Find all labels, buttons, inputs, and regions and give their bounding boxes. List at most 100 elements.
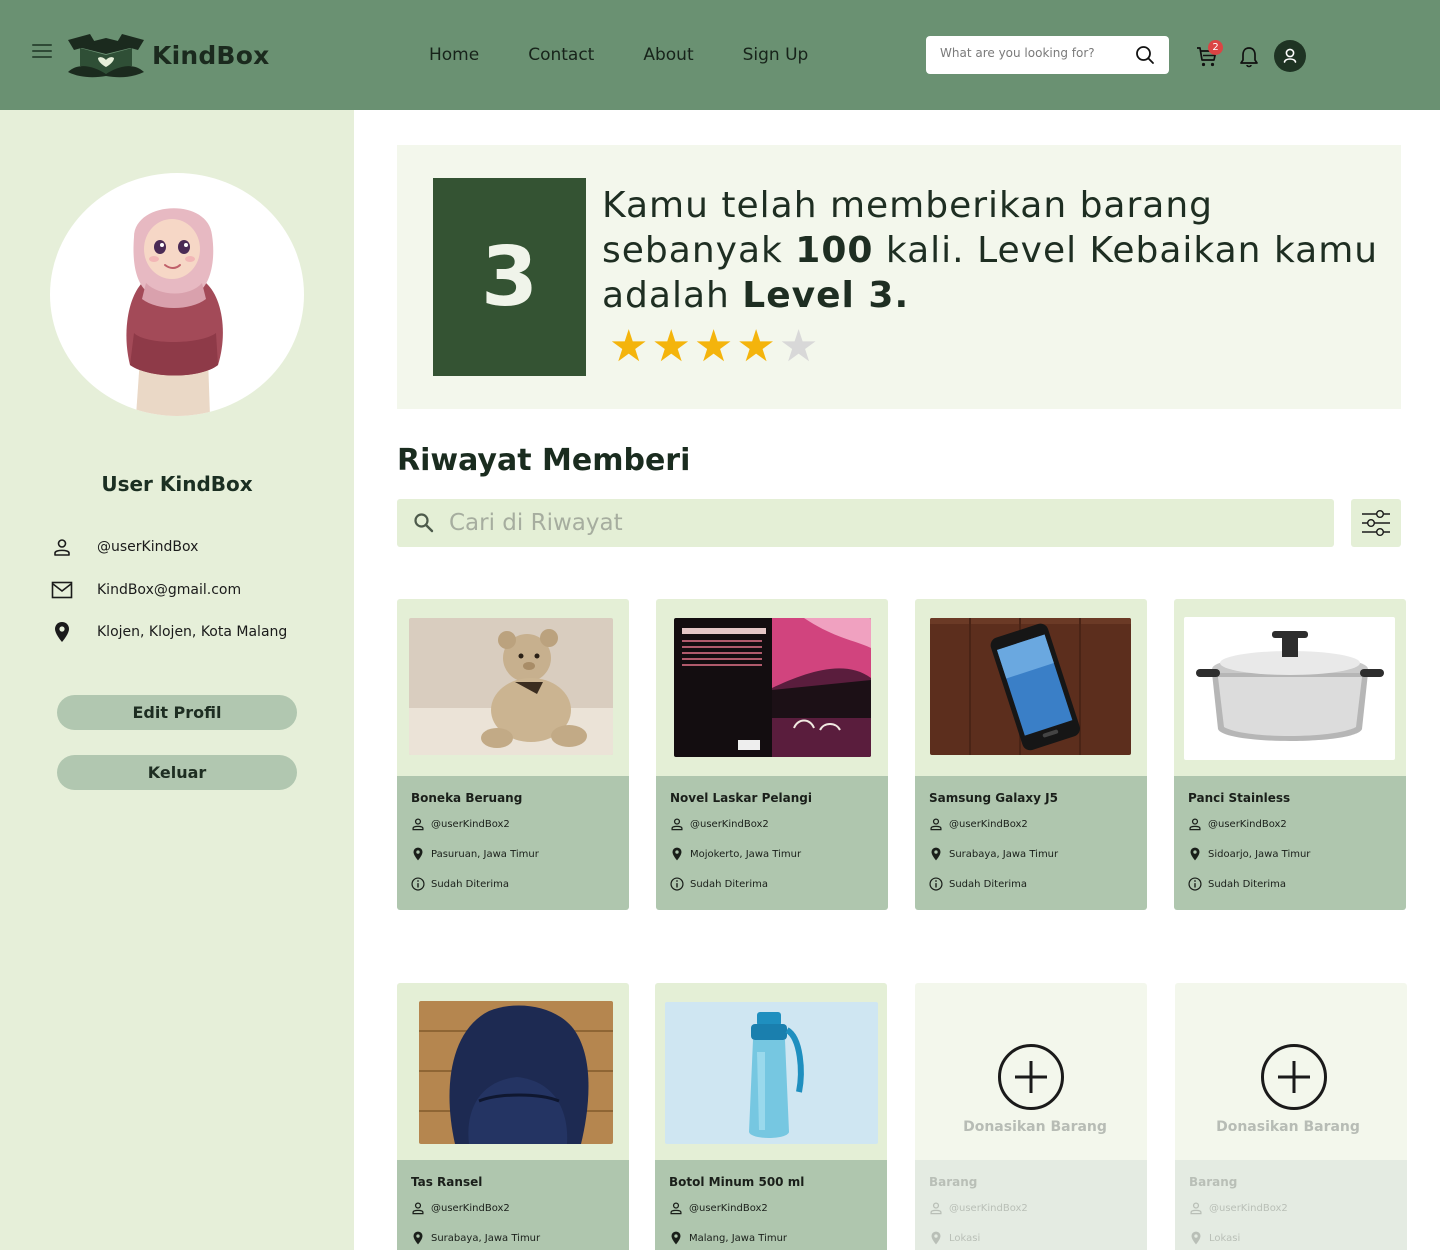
location-pin-icon <box>671 1231 681 1245</box>
card-title: Tas Ransel <box>411 1175 483 1189</box>
card-status: Sudah Diterima <box>1188 876 1392 892</box>
card-location-text: Surabaya, Jawa Timur <box>431 1232 541 1244</box>
card-image-area <box>397 983 629 1160</box>
brand-logo[interactable]: KindBox <box>66 32 269 78</box>
card-location: Lokasi <box>929 1230 1133 1246</box>
info-icon <box>411 877 425 891</box>
card-image-area <box>1174 599 1406 776</box>
cart-button[interactable]: 2 <box>1196 40 1223 72</box>
account-button[interactable] <box>1274 40 1306 72</box>
history-card[interactable]: Novel Laskar Pelangi @userKindBox2 Mojok… <box>656 599 888 910</box>
info-icon <box>670 877 684 891</box>
card-title: Botol Minum 500 ml <box>669 1175 805 1189</box>
card-location-text: Mojokerto, Jawa Timur <box>690 848 802 860</box>
mail-icon <box>50 578 74 602</box>
card-username: @userKindBox2 <box>689 1202 768 1214</box>
level-banner: 3 Kamu telah memberikan barang sebanyak … <box>397 145 1401 409</box>
nav-sign-up[interactable]: Sign Up <box>743 45 809 65</box>
user-icon <box>1283 48 1297 63</box>
card-username: @userKindBox2 <box>690 818 769 830</box>
donate-label: Donasikan Barang <box>1216 1119 1360 1135</box>
card-location-text: Surabaya, Jawa Timur <box>949 848 1059 860</box>
profile-location: Klojen, Klojen, Kota Malang <box>97 624 288 640</box>
card-image-area: Donasikan Barang <box>1175 983 1407 1160</box>
donate-item-card[interactable]: Donasikan Barang Barang @userKindBox2 Lo… <box>915 983 1147 1250</box>
card-info: Barang @userKindBox2 Lokasi <box>915 1160 1147 1250</box>
profile-email: KindBox@gmail.com <box>97 582 242 598</box>
nav-contact[interactable]: Contact <box>528 45 594 65</box>
donate-item-card[interactable]: Donasikan Barang Barang @userKindBox2 Lo… <box>1175 983 1407 1250</box>
card-location-text: Sidoarjo, Jawa Timur <box>1208 848 1311 860</box>
user-outline-icon <box>671 818 683 831</box>
card-image-area <box>915 599 1147 776</box>
card-username: @userKindBox2 <box>1208 818 1287 830</box>
profile-name: User KindBox <box>101 472 253 496</box>
level-message: Kamu telah memberikan barang sebanyak 10… <box>602 183 1382 318</box>
card-username: @userKindBox2 <box>1209 1202 1288 1214</box>
star-filled-icon: ★ <box>651 321 691 372</box>
history-card[interactable]: Tas Ransel @userKindBox2 Surabaya, Jawa … <box>397 983 629 1250</box>
card-image-area <box>655 983 887 1160</box>
user-outline-icon <box>670 1202 682 1215</box>
logout-button[interactable]: Keluar <box>57 755 297 790</box>
header-search-input[interactable] <box>940 46 1130 60</box>
menu-icon[interactable] <box>32 44 52 60</box>
smartphone-image <box>930 618 1131 755</box>
user-outline-icon <box>930 1202 942 1215</box>
filter-button[interactable] <box>1351 499 1401 547</box>
card-username: @userKindBox2 <box>949 1202 1028 1214</box>
info-icon <box>929 877 943 891</box>
username-row: @userKindBox <box>50 535 198 559</box>
nav-about[interactable]: About <box>643 45 693 65</box>
card-user: @userKindBox2 <box>411 1200 615 1216</box>
history-card[interactable]: Boneka Beruang @userKindBox2 Pasuruan, J… <box>397 599 629 910</box>
card-location: Surabaya, Jawa Timur <box>929 846 1133 862</box>
profile-username: @userKindBox <box>97 539 199 555</box>
location-pin-icon <box>413 1231 423 1245</box>
bell-icon <box>1240 47 1258 68</box>
email-row: KindBox@gmail.com <box>50 578 241 602</box>
add-circle-icon[interactable] <box>1260 1043 1328 1111</box>
star-filled-icon: ★ <box>693 321 734 372</box>
location-pin-icon <box>1190 847 1200 861</box>
donation-count: 100 <box>795 230 874 271</box>
card-info: Samsung Galaxy J5 @userKindBox2 Surabaya… <box>915 776 1147 910</box>
card-title: Panci Stainless <box>1188 791 1291 805</box>
search-icon[interactable] <box>1135 45 1155 65</box>
card-status: Sudah Diterima <box>411 876 615 892</box>
location-pin-icon <box>50 620 74 644</box>
card-status-text: Sudah Diterima <box>690 878 768 890</box>
add-circle-icon[interactable] <box>997 1043 1065 1111</box>
card-status: Sudah Diterima <box>929 876 1133 892</box>
card-location-text: Malang, Jawa Timur <box>689 1232 788 1244</box>
edit-profile-button[interactable]: Edit Profil <box>57 695 297 730</box>
card-location: Mojokerto, Jawa Timur <box>670 846 874 862</box>
location-pin-icon <box>672 847 682 861</box>
card-status-text: Sudah Diterima <box>431 878 509 890</box>
user-outline-icon <box>412 1202 424 1215</box>
location-pin-icon <box>931 847 941 861</box>
history-card[interactable]: Samsung Galaxy J5 @userKindBox2 Surabaya… <box>915 599 1147 910</box>
card-location-text: Pasuruan, Jawa Timur <box>431 848 539 860</box>
history-card[interactable]: Panci Stainless @userKindBox2 Sidoarjo, … <box>1174 599 1406 910</box>
star-filled-icon: ★ <box>609 321 649 372</box>
card-location: Surabaya, Jawa Timur <box>411 1230 615 1246</box>
card-title: Novel Laskar Pelangi <box>670 791 812 805</box>
brand-name: KindBox <box>152 40 270 70</box>
search-icon <box>414 513 434 533</box>
card-user: @userKindBox2 <box>670 816 874 832</box>
card-user: @userKindBox2 <box>1188 816 1392 832</box>
history-search-input[interactable] <box>449 510 1309 536</box>
backpack-image <box>419 1001 613 1144</box>
book-cover-image <box>674 618 871 757</box>
info-icon <box>1188 877 1202 891</box>
profile-photo <box>50 173 304 416</box>
nav-home[interactable]: Home <box>429 45 479 65</box>
star-filled-icon: ★ <box>736 321 776 372</box>
history-title: Riwayat Memberi <box>397 443 691 478</box>
box-logo-icon <box>68 34 144 78</box>
level-stars: ★ ★ ★ ★ ★ <box>609 323 821 371</box>
history-card[interactable]: Botol Minum 500 ml @userKindBox2 Malang,… <box>655 983 887 1250</box>
card-info: Novel Laskar Pelangi @userKindBox2 Mojok… <box>656 776 888 910</box>
notification-button[interactable] <box>1239 46 1259 72</box>
